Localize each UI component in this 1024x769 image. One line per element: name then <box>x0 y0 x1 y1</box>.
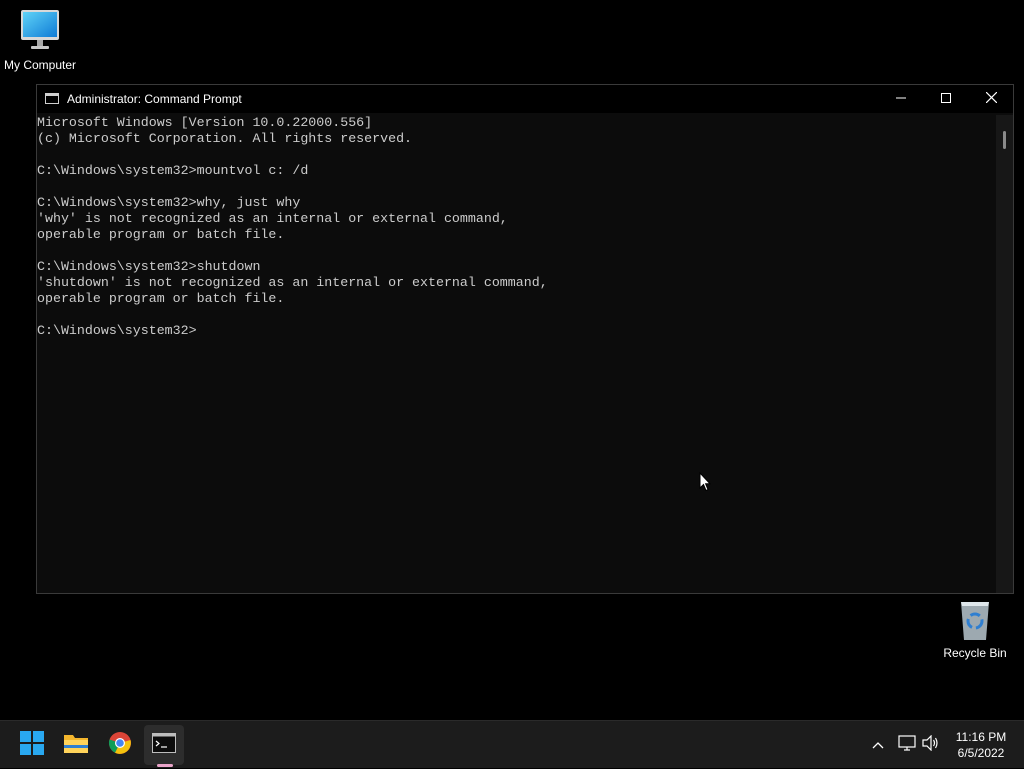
show-hidden-icons-button[interactable] <box>866 721 890 769</box>
window-titlebar[interactable]: Administrator: Command Prompt <box>37 85 1013 113</box>
active-app-indicator <box>157 764 173 767</box>
close-icon <box>985 91 997 106</box>
desktop-icon-my-computer[interactable]: My Computer <box>0 8 80 72</box>
window-title: Administrator: Command Prompt <box>67 92 242 106</box>
folder-icon <box>63 732 89 759</box>
console-line: 'shutdown' is not recognized as an inter… <box>37 275 548 290</box>
volume-button[interactable] <box>919 721 943 769</box>
network-button[interactable] <box>895 721 919 769</box>
minimize-button[interactable] <box>878 85 924 113</box>
terminal-icon <box>45 93 59 104</box>
taskbar-chrome[interactable] <box>100 725 140 765</box>
maximize-icon <box>941 92 951 106</box>
clock-date: 6/5/2022 <box>957 746 1005 760</box>
console-line: operable program or batch file. <box>37 291 285 306</box>
console-line: Microsoft Windows [Version 10.0.22000.55… <box>37 115 373 130</box>
console-line: C:\Windows\system32>why, just why <box>37 195 301 210</box>
mouse-pointer-icon <box>699 471 712 492</box>
start-button[interactable] <box>12 725 52 765</box>
console-line: (c) Microsoft Corporation. All rights re… <box>37 131 413 146</box>
clock-time: 11:16 PM <box>955 730 1007 744</box>
scrollbar-thumb[interactable] <box>1003 131 1006 149</box>
chevron-up-icon <box>872 736 884 754</box>
taskbar-file-explorer[interactable] <box>56 725 96 765</box>
terminal-icon <box>152 732 176 758</box>
chrome-icon <box>108 731 132 760</box>
command-prompt-window: Administrator: Command Prompt Microsoft … <box>36 84 1014 594</box>
close-button[interactable] <box>968 85 1014 113</box>
taskbar: 11:16 PM 6/5/2022 <box>0 720 1024 768</box>
maximize-button[interactable] <box>923 85 969 113</box>
console-output[interactable]: Microsoft Windows [Version 10.0.22000.55… <box>37 115 997 593</box>
computer-icon <box>20 8 60 54</box>
desktop-icon-label: Recycle Bin <box>943 646 1007 660</box>
desktop-icon-recycle-bin[interactable]: Recycle Bin <box>935 598 1015 660</box>
console-line: C:\Windows\system32> <box>37 323 197 338</box>
console-line: operable program or batch file. <box>37 227 285 242</box>
console-line: C:\Windows\system32>mountvol c: /d <box>37 163 309 178</box>
vertical-scrollbar[interactable] <box>996 115 1013 593</box>
console-line: C:\Windows\system32>shutdown <box>37 259 261 274</box>
console-line: 'why' is not recognized as an internal o… <box>37 211 508 226</box>
desktop-icon-label: My Computer <box>3 58 77 72</box>
taskbar-clock[interactable]: 11:16 PM 6/5/2022 <box>945 729 1017 761</box>
desktop: My Computer Recycle Bin Administrator: C… <box>0 0 1024 720</box>
network-icon <box>898 734 916 756</box>
taskbar-command-prompt[interactable] <box>144 725 184 765</box>
windows-logo-icon <box>20 730 44 760</box>
recycle-bin-icon <box>957 598 993 642</box>
volume-icon <box>922 734 940 756</box>
minimize-icon <box>896 92 906 106</box>
